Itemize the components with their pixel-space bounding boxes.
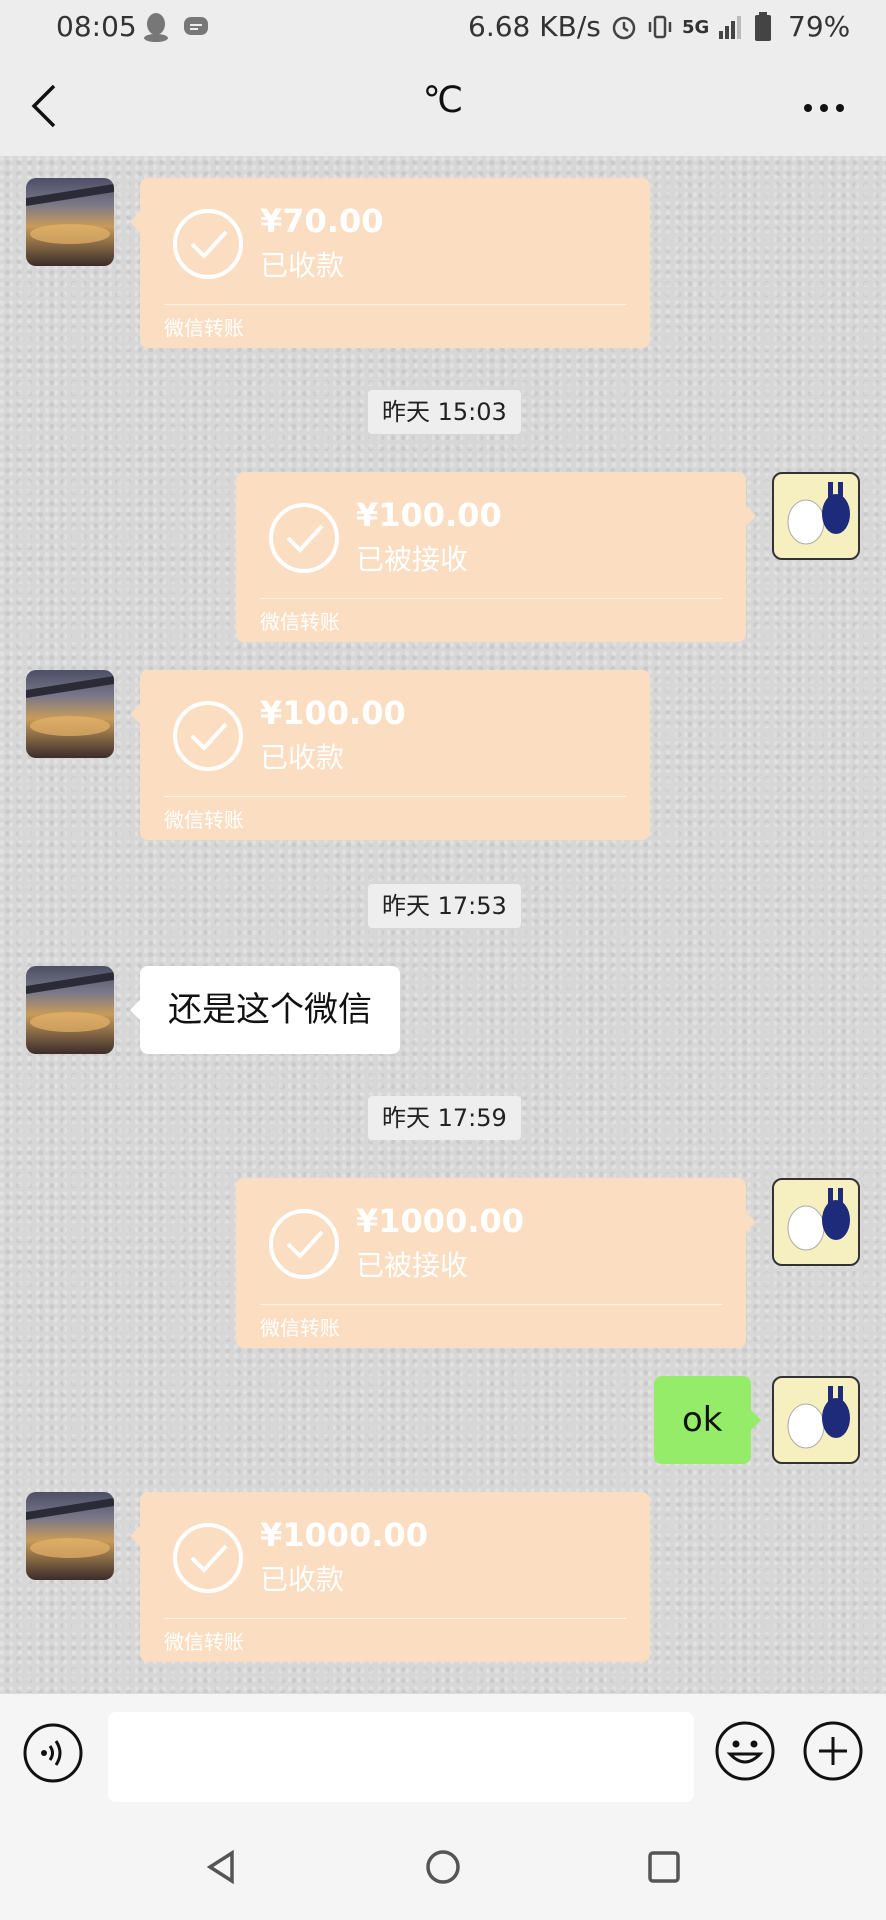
- transfer-status: 已收款: [260, 249, 345, 282]
- network-speed: 6.68 KB/s: [468, 10, 601, 43]
- transfer-status: 已被接收: [356, 543, 469, 576]
- message-icon: [184, 17, 208, 35]
- timestamp: 昨天 17:59: [368, 1096, 521, 1140]
- transfer-divider: [260, 598, 722, 599]
- contact-avatar[interactable]: [26, 966, 114, 1054]
- transfer-message[interactable]: ¥70.00 已收款 微信转账: [130, 178, 650, 348]
- transfer-amount: ¥100.00: [260, 694, 406, 732]
- transfer-amount: ¥1000.00: [356, 1202, 525, 1240]
- qq-icon: [144, 13, 168, 42]
- signal-icon: [719, 16, 742, 39]
- alarm-icon: [612, 16, 636, 40]
- transfer-amount: ¥70.00: [260, 202, 384, 240]
- chat-title: ℃: [422, 80, 464, 121]
- transfer-amount: ¥100.00: [356, 496, 502, 534]
- chat-header: ℃: [0, 56, 886, 156]
- check-circle-icon: [173, 209, 243, 279]
- battery-icon: [755, 12, 772, 41]
- battery-percentage: 79%: [788, 10, 851, 43]
- plane-wing-picture: [26, 676, 114, 736]
- nav-recents-icon[interactable]: [644, 1847, 684, 1887]
- transfer-divider: [260, 1304, 722, 1305]
- network-type: 5G: [682, 16, 710, 38]
- check-circle-icon: [269, 1209, 339, 1279]
- timestamp: 昨天 17:53: [368, 884, 521, 928]
- check-circle-icon: [173, 701, 243, 771]
- transfer-divider: [164, 1618, 626, 1619]
- transfer-status: 已收款: [260, 1563, 345, 1596]
- transfer-message[interactable]: ¥100.00 已被接收 微信转账: [236, 472, 756, 642]
- transfer-message[interactable]: ¥100.00 已收款 微信转账: [130, 670, 650, 840]
- transfer-label: 微信转账: [260, 1316, 340, 1340]
- status-time: 08:05: [56, 10, 137, 43]
- rabbit-picture: [787, 1188, 850, 1251]
- my-avatar[interactable]: [772, 472, 860, 560]
- transfer-status: 已被接收: [356, 1249, 469, 1282]
- text-message[interactable]: ok: [654, 1376, 760, 1464]
- plane-wing-picture: [26, 972, 114, 1032]
- nav-home-icon[interactable]: [423, 1847, 463, 1887]
- vibrate-icon: [648, 15, 672, 39]
- transfer-divider: [164, 304, 626, 305]
- message-input[interactable]: [108, 1712, 694, 1802]
- rabbit-picture: [787, 482, 850, 545]
- plane-wing-picture: [26, 184, 114, 244]
- transfer-status: 已收款: [260, 741, 345, 774]
- contact-avatar[interactable]: [26, 1492, 114, 1580]
- plane-wing-picture: [26, 1498, 114, 1558]
- transfer-message[interactable]: ¥1000.00 已收款 微信转账: [130, 1492, 650, 1662]
- check-circle-icon: [173, 1523, 243, 1593]
- input-bar: [0, 1693, 886, 1814]
- transfer-divider: [164, 796, 626, 797]
- contact-avatar[interactable]: [26, 178, 114, 266]
- plus-icon[interactable]: [802, 1720, 864, 1782]
- my-avatar[interactable]: [772, 1376, 860, 1464]
- transfer-label: 微信转账: [164, 808, 244, 832]
- system-nav-bar: [0, 1813, 886, 1920]
- text-message[interactable]: 还是这个微信: [130, 966, 400, 1054]
- transfer-message[interactable]: ¥1000.00 已被接收 微信转账: [236, 1178, 756, 1348]
- voice-icon[interactable]: [22, 1722, 84, 1784]
- message-list[interactable]: ¥70.00 已收款 微信转账 昨天 15:03 ¥100.00 已被接收 微信…: [0, 156, 886, 1693]
- nav-back-icon[interactable]: [202, 1847, 242, 1887]
- transfer-label: 微信转账: [164, 1630, 244, 1654]
- transfer-label: 微信转账: [164, 316, 244, 340]
- transfer-amount: ¥1000.00: [260, 1516, 429, 1554]
- transfer-label: 微信转账: [260, 610, 340, 634]
- my-avatar[interactable]: [772, 1178, 860, 1266]
- timestamp: 昨天 15:03: [368, 390, 521, 434]
- more-options-button[interactable]: [800, 84, 848, 132]
- contact-avatar[interactable]: [26, 670, 114, 758]
- status-bar: 08:05 6.68 KB/s 5G 79%: [0, 0, 886, 56]
- check-circle-icon: [269, 503, 339, 573]
- rabbit-picture: [787, 1386, 850, 1449]
- emoji-icon[interactable]: [714, 1720, 776, 1782]
